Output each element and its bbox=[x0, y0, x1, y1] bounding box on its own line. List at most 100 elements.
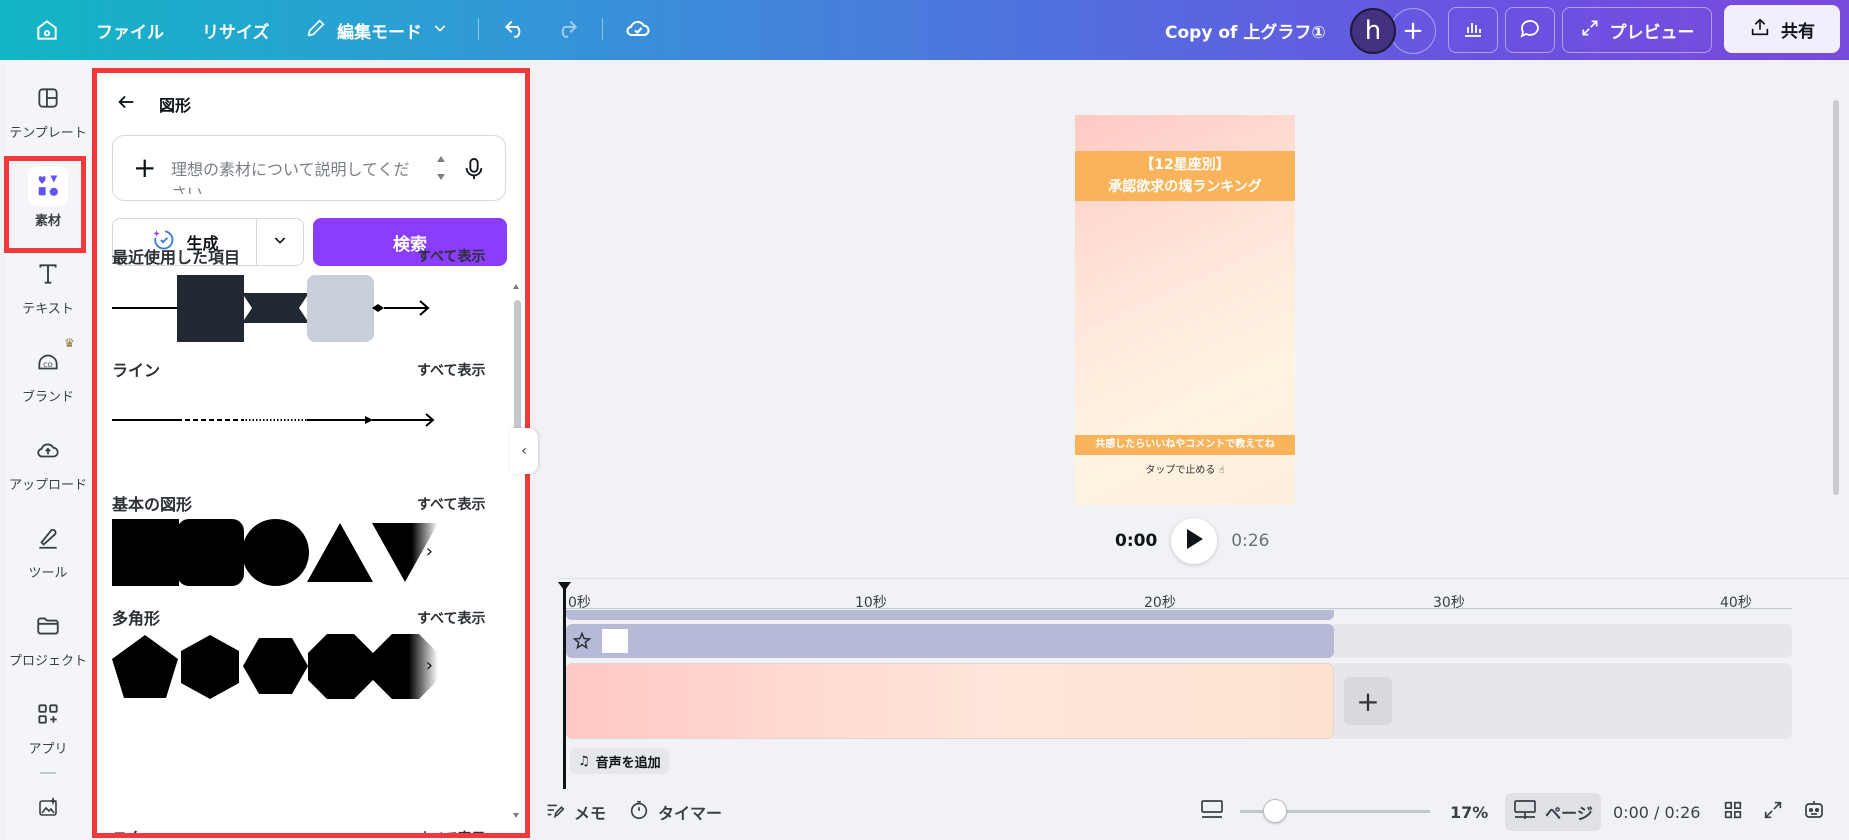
rail-item-magic[interactable] bbox=[6, 788, 90, 828]
shape-hexagon-wide[interactable] bbox=[242, 633, 309, 700]
insights-button[interactable] bbox=[1448, 7, 1498, 53]
avatar[interactable]: h bbox=[1350, 8, 1396, 54]
file-menu[interactable]: ファイル bbox=[96, 0, 164, 60]
invite-button[interactable]: + bbox=[1390, 8, 1436, 54]
page-label: ページ bbox=[1545, 804, 1593, 823]
time-readout: 0:00 / 0:26 bbox=[1613, 802, 1701, 822]
divider bbox=[478, 18, 479, 40]
canvas-scrollbar[interactable] bbox=[1833, 100, 1839, 495]
track-element[interactable] bbox=[566, 624, 1334, 658]
plus-icon: + bbox=[1402, 16, 1424, 46]
comments-button[interactable] bbox=[1505, 7, 1555, 53]
track-page[interactable] bbox=[566, 663, 1334, 739]
see-all-link[interactable]: すべて表示 bbox=[417, 828, 485, 833]
search-input[interactable]: + 理想の素材について説明してください bbox=[112, 135, 506, 201]
track-background bbox=[1334, 663, 1792, 739]
shape-decagon[interactable]: › bbox=[372, 633, 439, 700]
rail-label: ブランド bbox=[21, 390, 74, 405]
zoom-knob[interactable] bbox=[1263, 799, 1287, 823]
ruler-tick: 30秒 bbox=[1433, 595, 1465, 611]
shape-ribbon[interactable] bbox=[242, 275, 309, 342]
stepper-icon[interactable] bbox=[435, 150, 447, 190]
chevron-right-icon[interactable]: › bbox=[426, 655, 433, 676]
shape-light-square[interactable] bbox=[307, 275, 374, 342]
preview-button[interactable]: プレビュー bbox=[1562, 7, 1712, 53]
shape-rounded-square[interactable] bbox=[177, 519, 244, 586]
grid-view-button[interactable] bbox=[1722, 790, 1744, 834]
share-button[interactable]: 共有 bbox=[1724, 5, 1840, 53]
rail-item-brand[interactable]: CO ブランド ♛ bbox=[6, 336, 90, 405]
shape-inverted-triangle[interactable]: › bbox=[372, 519, 439, 586]
see-all-link[interactable]: すべて表示 bbox=[417, 608, 485, 628]
shape-arrow-solid[interactable] bbox=[307, 387, 374, 454]
see-all-link[interactable]: すべて表示 bbox=[417, 494, 485, 514]
assistant-button[interactable] bbox=[1802, 790, 1826, 834]
shape-hexagon[interactable] bbox=[177, 633, 244, 700]
panel-scroll-thumb[interactable] bbox=[514, 300, 521, 434]
shape-solid-line[interactable] bbox=[112, 387, 179, 454]
shape-dashed-line[interactable] bbox=[177, 387, 244, 454]
redo-button[interactable] bbox=[554, 0, 580, 60]
home-button[interactable] bbox=[34, 0, 60, 60]
ruler-line bbox=[566, 608, 1792, 609]
page-view-button[interactable]: ページ bbox=[1505, 793, 1601, 831]
shape-arrow-line[interactable] bbox=[372, 275, 439, 342]
generate-dropdown[interactable] bbox=[257, 232, 303, 252]
add-audio-button[interactable]: ♫ 音声を追加 bbox=[570, 748, 669, 774]
rail-item-text[interactable]: テキスト bbox=[6, 254, 90, 317]
shape-dark-square[interactable] bbox=[177, 275, 244, 342]
shape-line[interactable] bbox=[112, 275, 179, 342]
edit-mode-menu[interactable]: 編集モード bbox=[305, 0, 448, 60]
rail-item-apps[interactable]: アプリ bbox=[6, 694, 90, 757]
see-all-link[interactable]: すべて表示 bbox=[417, 360, 485, 380]
chevron-right-icon[interactable]: › bbox=[426, 541, 433, 562]
back-arrow-icon[interactable] bbox=[115, 91, 137, 117]
rail-item-tools[interactable]: ツール bbox=[6, 518, 90, 581]
shape-dotted-line[interactable] bbox=[242, 387, 309, 454]
magic-media-icon bbox=[28, 788, 68, 828]
rail-label: ツール bbox=[28, 566, 68, 581]
chevron-left-icon: ‹ bbox=[521, 443, 527, 459]
square bbox=[112, 519, 179, 586]
section-title: ライン bbox=[112, 361, 161, 380]
section-title: 基本の図形 bbox=[112, 495, 193, 514]
playhead[interactable] bbox=[558, 582, 571, 789]
rail-item-template[interactable]: テンプレート bbox=[6, 78, 90, 141]
music-note-icon: ♫ bbox=[578, 753, 590, 769]
brand-icon: CO bbox=[28, 342, 68, 382]
undo-button[interactable] bbox=[502, 0, 528, 60]
resize-menu[interactable]: リサイズ bbox=[202, 0, 270, 60]
title-band[interactable]: 【12星座別】 承認欲求の塊ランキング bbox=[1075, 151, 1295, 201]
tools-icon bbox=[28, 518, 68, 558]
comment-icon bbox=[1518, 16, 1542, 44]
shape-square[interactable] bbox=[112, 519, 179, 586]
shape-arrow-open[interactable] bbox=[372, 387, 439, 454]
grid-icon bbox=[1722, 799, 1744, 825]
memo-label: メモ bbox=[574, 804, 607, 823]
rounded-square bbox=[177, 519, 244, 586]
save-status-button[interactable] bbox=[624, 0, 652, 60]
collapse-panel-button[interactable]: ‹ bbox=[510, 428, 538, 474]
fullscreen-icon bbox=[1762, 799, 1784, 825]
expand-icon bbox=[1580, 18, 1600, 43]
fullscreen-button[interactable] bbox=[1762, 790, 1784, 834]
bottom-band[interactable]: 共感したらいいねやコメントで教えてね bbox=[1075, 435, 1295, 455]
rail-item-upload[interactable]: アップロード bbox=[6, 430, 90, 493]
see-all-link[interactable]: すべて表示 bbox=[417, 246, 485, 266]
shape-pentagon[interactable] bbox=[112, 633, 179, 700]
timer-button[interactable]: タイマー bbox=[628, 790, 722, 834]
design-page[interactable]: 【12星座別】 承認欲求の塊ランキング 共感したらいいねやコメントで教えてね タ… bbox=[1075, 115, 1295, 505]
shape-circle[interactable] bbox=[242, 519, 309, 586]
memo-button[interactable]: メモ bbox=[544, 790, 606, 834]
shape-octagon[interactable] bbox=[307, 633, 374, 700]
rail-item-projects[interactable]: プロジェクト bbox=[6, 606, 90, 669]
add-page-button[interactable]: + bbox=[1344, 677, 1392, 725]
microphone-icon[interactable] bbox=[463, 156, 485, 186]
shape-triangle[interactable] bbox=[307, 519, 374, 586]
plus-icon[interactable]: + bbox=[133, 154, 156, 182]
zoom-level[interactable]: 17% bbox=[1450, 790, 1488, 834]
play-button[interactable] bbox=[1171, 518, 1218, 564]
document-title[interactable]: Copy of 上グラフ① bbox=[1165, 0, 1326, 60]
track-effects[interactable] bbox=[566, 610, 1334, 620]
thumbnail-toggle[interactable] bbox=[1200, 790, 1224, 834]
